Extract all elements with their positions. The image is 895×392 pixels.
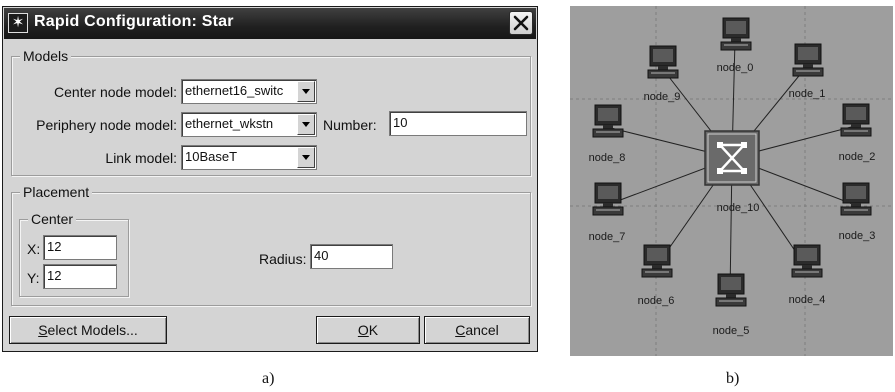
workstation-icon[interactable]	[647, 45, 679, 79]
center-legend: Center	[28, 211, 77, 227]
x-input[interactable]: 12	[43, 235, 117, 260]
periphery-node-model-select[interactable]: ethernet_wkstn	[181, 112, 317, 137]
models-legend: Models	[20, 48, 72, 64]
network-canvas: node_0 node_1 node_2 node_3 node_4 node_5 node…	[570, 6, 893, 356]
chevron-down-icon[interactable]	[297, 81, 315, 102]
node-label: node_6	[638, 295, 675, 307]
number-label: Number:	[323, 117, 377, 133]
switch-icon[interactable]	[704, 130, 760, 186]
node-label: node_5	[713, 325, 750, 337]
caption-a: a)	[262, 370, 275, 387]
workstation-icon[interactable]	[840, 103, 872, 137]
node-label: node_7	[589, 231, 626, 243]
workstation-icon[interactable]	[792, 43, 824, 77]
workstation-icon[interactable]	[720, 17, 752, 51]
caption-b: b)	[726, 370, 740, 387]
network-star-topology: node_0 node_1 node_2 node_3 node_4 node_5 node…	[570, 6, 893, 356]
node-label: node_4	[789, 294, 826, 306]
link-model-value: 10BaseT	[185, 149, 238, 164]
chevron-down-icon[interactable]	[297, 114, 315, 135]
rapid-configuration-dialog: ✶ Rapid Configuration: Star Models Cente…	[2, 6, 538, 352]
ok-label: K	[368, 322, 379, 338]
y-label: Y:	[27, 270, 40, 286]
node-label: node_0	[717, 62, 754, 74]
link-model-label: Link model:	[105, 150, 177, 166]
star-window-icon: ✶	[8, 13, 28, 33]
node-label: node_1	[789, 88, 826, 100]
cancel-label: ancel	[465, 322, 499, 338]
center-node-model-value: ethernet16_switc	[185, 83, 284, 98]
y-input[interactable]: 12	[43, 264, 117, 289]
node-label: node_9	[644, 91, 681, 103]
node-label: node_3	[839, 230, 876, 242]
radius-label: Radius:	[259, 251, 307, 267]
ok-mnemonic: O	[357, 322, 369, 338]
center-node-model-select[interactable]: ethernet16_switc	[181, 79, 317, 104]
workstation-icon[interactable]	[641, 244, 673, 278]
select-models-label: elect Models...	[47, 322, 138, 338]
title-bar[interactable]: ✶ Rapid Configuration: Star	[4, 8, 536, 39]
ok-button[interactable]: OK	[316, 316, 420, 344]
center-node-model-label: Center node model:	[54, 84, 177, 100]
select-models-mnemonic: S	[38, 322, 48, 338]
periphery-node-model-label: Periphery node model:	[36, 117, 177, 133]
chevron-down-icon[interactable]	[297, 147, 315, 168]
cancel-mnemonic: C	[455, 322, 466, 338]
workstation-icon[interactable]	[592, 104, 624, 138]
close-icon	[513, 15, 529, 31]
select-models-button[interactable]: Select Models...	[9, 316, 167, 344]
workstation-icon[interactable]	[592, 182, 624, 216]
cancel-button[interactable]: Cancel	[424, 316, 530, 344]
workstation-icon[interactable]	[840, 182, 872, 216]
link-model-select[interactable]: 10BaseT	[181, 145, 317, 170]
radius-input[interactable]: 40	[310, 244, 393, 269]
node-label: node_2	[839, 151, 876, 163]
placement-legend: Placement	[20, 184, 93, 200]
close-button[interactable]	[509, 11, 533, 35]
workstation-icon[interactable]	[791, 244, 823, 278]
workstation-icon[interactable]	[715, 273, 747, 307]
node-label: node_8	[589, 152, 626, 164]
number-input[interactable]: 10	[389, 111, 527, 136]
x-label: X:	[27, 241, 41, 257]
periphery-node-model-value: ethernet_wkstn	[185, 116, 274, 131]
dialog-title: Rapid Configuration: Star	[34, 13, 234, 30]
hub-label: node_10	[717, 202, 760, 214]
